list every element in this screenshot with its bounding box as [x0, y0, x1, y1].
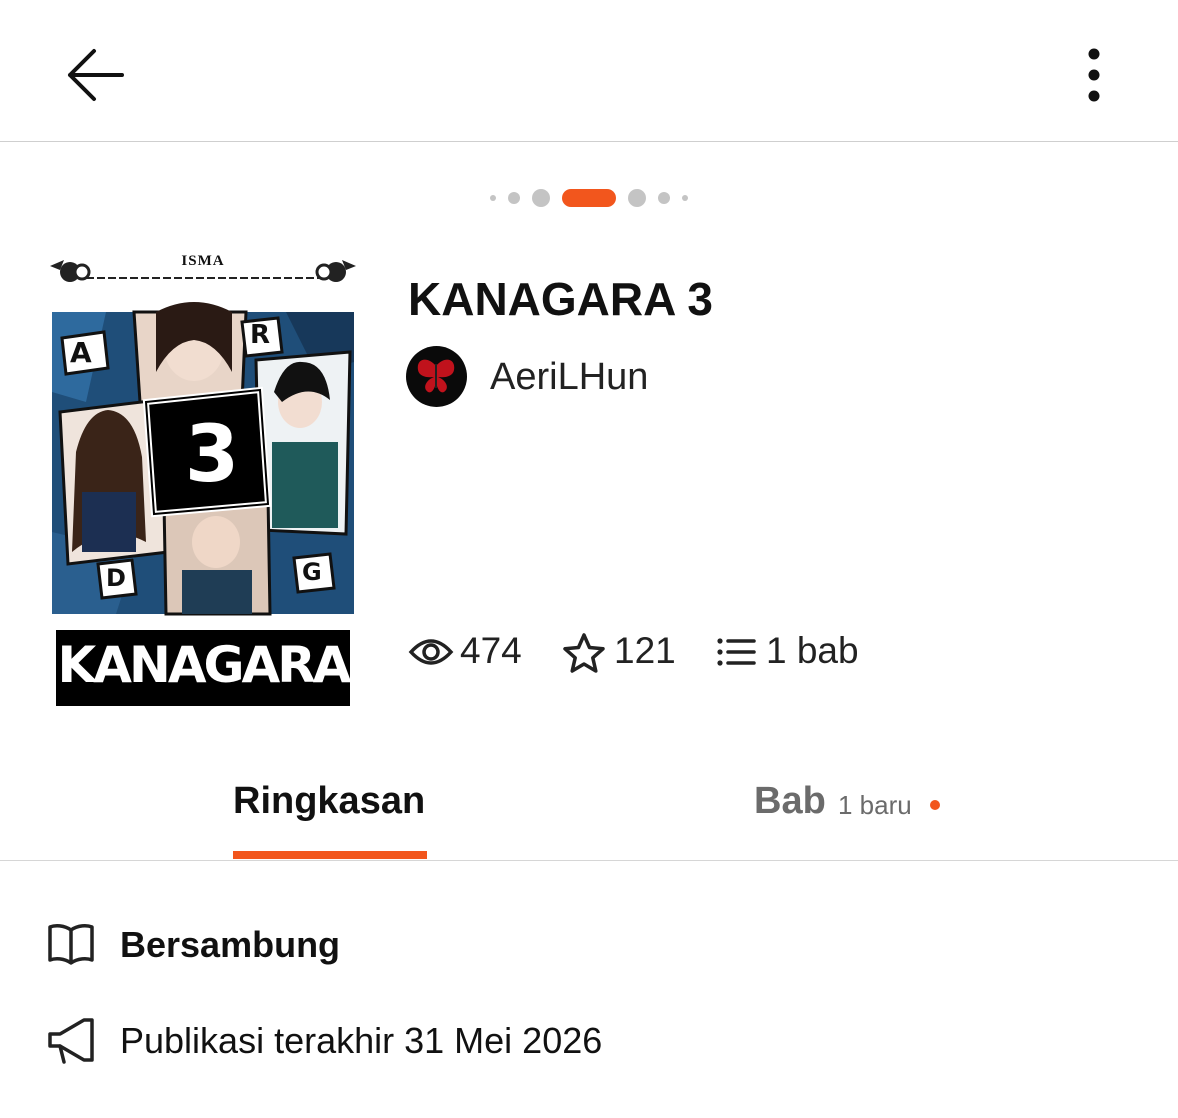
open-book-icon [48, 924, 94, 965]
top-app-bar [0, 0, 1178, 142]
tab-summary[interactable]: Ringkasan [233, 780, 425, 823]
cover-letter-a: A [70, 336, 92, 369]
eye-icon [408, 639, 454, 665]
more-options-button[interactable] [1070, 40, 1118, 110]
author-avatar[interactable] [406, 346, 467, 407]
pager-dot[interactable] [532, 189, 550, 207]
cover-author-label: ISMA [181, 253, 225, 269]
votes-stat: 121 [562, 628, 682, 678]
book-cover[interactable]: ISMA 3 A R D G KANAGARA [46, 252, 360, 714]
carousel-pager [0, 186, 1178, 210]
reads-count: 474 [460, 630, 522, 671]
last-published-row: Publikasi terakhir 31 Mei 2026 [46, 1012, 746, 1068]
pager-dot[interactable] [490, 195, 496, 201]
star-icon [563, 633, 605, 673]
cover-letter-g: G [302, 558, 322, 586]
new-chapters-badge: 1 baru [838, 790, 912, 820]
pager-dot-active[interactable] [562, 189, 616, 207]
cover-logo-text: KANAGARA [57, 636, 352, 694]
pager-dot[interactable] [682, 195, 688, 201]
pager-dot[interactable] [508, 192, 520, 204]
chapters-stat: 1 bab [716, 628, 876, 678]
tab-chapters-label: Bab [754, 780, 826, 822]
list-icon [717, 638, 756, 666]
last-published-text: Publikasi terakhir 31 Mei 2026 [120, 1020, 603, 1061]
megaphone-icon [48, 1018, 94, 1064]
chapters-count: 1 bab [766, 630, 859, 671]
story-title: KANAGARA 3 [408, 273, 713, 325]
pager-dot[interactable] [628, 189, 646, 207]
reads-stat: 474 [408, 628, 528, 678]
butterfly-icon [417, 359, 455, 393]
cover-badge-number: 3 [184, 410, 240, 500]
votes-count: 121 [614, 630, 676, 671]
pager-dot[interactable] [658, 192, 670, 204]
new-indicator-dot [930, 800, 940, 810]
cover-letter-d: D [106, 564, 126, 592]
status-row: Bersambung [46, 916, 746, 972]
tab-chapters[interactable]: Bab 1 baru [754, 780, 954, 830]
cover-letter-r: R [250, 320, 271, 350]
arrow-left-icon [68, 49, 124, 101]
story-status: Bersambung [120, 924, 341, 965]
tab-bar: Ringkasan Bab 1 baru [0, 760, 1178, 861]
back-button[interactable] [58, 40, 134, 110]
author-name[interactable]: AeriLHun [490, 356, 648, 399]
more-vertical-icon [1088, 48, 1100, 102]
active-tab-indicator [233, 851, 427, 859]
